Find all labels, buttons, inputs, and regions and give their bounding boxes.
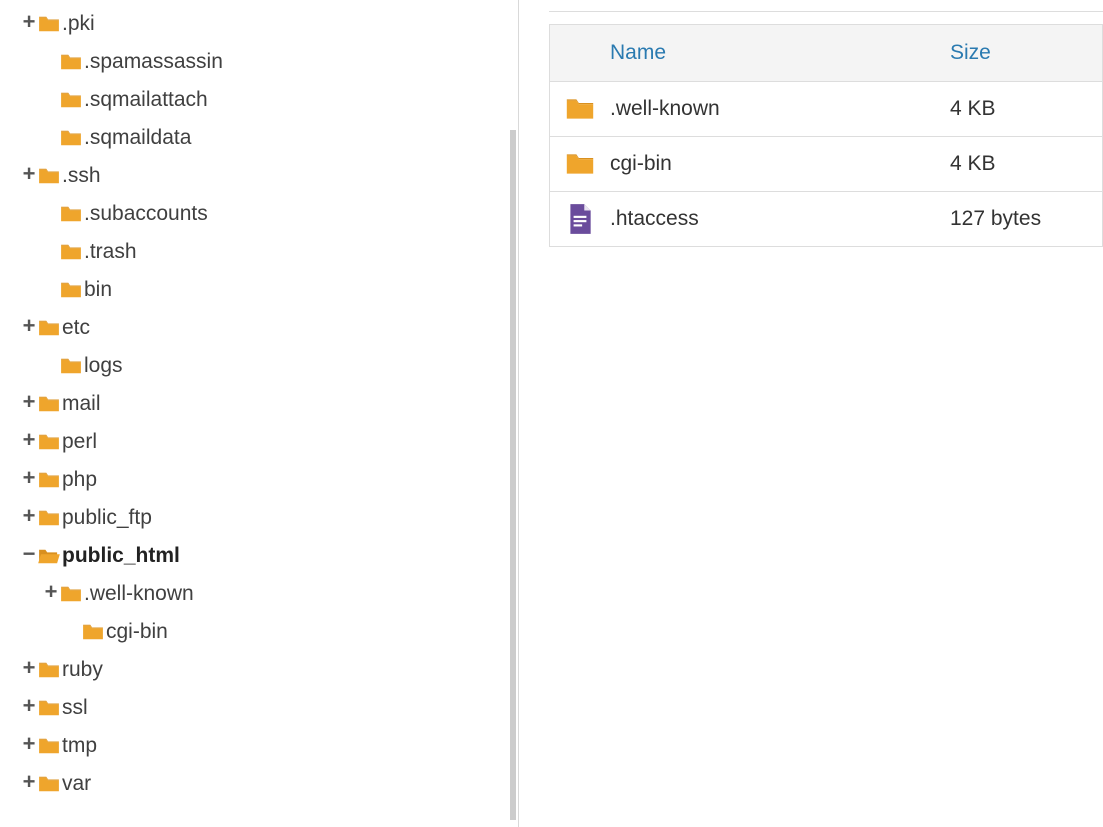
folder-tree: +.pki+.spamassassin+.sqmailattach+.sqmai… bbox=[0, 0, 508, 827]
folder-icon bbox=[60, 243, 82, 261]
tree-item[interactable]: +.sqmailattach bbox=[20, 81, 508, 119]
tree-item[interactable]: −public_html bbox=[20, 537, 508, 575]
expand-icon[interactable]: + bbox=[20, 467, 38, 489]
table-row[interactable]: .well-known4 KB bbox=[549, 82, 1103, 137]
folder-icon bbox=[60, 53, 82, 71]
expand-icon[interactable]: + bbox=[20, 657, 38, 679]
folder-icon bbox=[38, 471, 60, 489]
toolbar-bottom-edge bbox=[549, 0, 1103, 12]
collapse-icon[interactable]: − bbox=[20, 543, 38, 565]
tree-item-label: .ssh bbox=[60, 164, 101, 188]
folder-icon bbox=[38, 699, 60, 717]
tree-item-label: bin bbox=[82, 278, 112, 302]
tree-item-label: php bbox=[60, 468, 97, 492]
folder-icon bbox=[82, 623, 104, 641]
splitter[interactable] bbox=[508, 0, 518, 827]
folder-icon bbox=[60, 129, 82, 147]
table-row[interactable]: cgi-bin4 KB bbox=[549, 137, 1103, 192]
expand-icon[interactable]: + bbox=[20, 11, 38, 33]
tree-item-label: etc bbox=[60, 316, 90, 340]
tree-item[interactable]: +cgi-bin bbox=[20, 613, 508, 651]
expand-icon[interactable]: + bbox=[20, 733, 38, 755]
folder-icon bbox=[565, 97, 595, 121]
folder-icon bbox=[38, 737, 60, 755]
tree-item-label: .trash bbox=[82, 240, 137, 264]
tree-item-label: public_html bbox=[60, 544, 180, 568]
folder-icon bbox=[565, 152, 595, 176]
tree-item-label: tmp bbox=[60, 734, 97, 758]
tree-item[interactable]: + .ssh bbox=[20, 157, 508, 195]
splitter-handle[interactable] bbox=[510, 130, 516, 820]
folder-icon bbox=[38, 15, 60, 33]
table-body: .well-known4 KBcgi-bin4 KB.htaccess127 b… bbox=[549, 82, 1103, 247]
tree-item-label: ssl bbox=[60, 696, 88, 720]
expand-icon[interactable]: + bbox=[20, 695, 38, 717]
expand-icon[interactable]: + bbox=[20, 315, 38, 337]
tree-item-label: ruby bbox=[60, 658, 103, 682]
tree-item[interactable]: + tmp bbox=[20, 727, 508, 765]
tree-item[interactable]: + .pki bbox=[20, 5, 508, 43]
tree-item[interactable]: +.trash bbox=[20, 233, 508, 271]
tree-item[interactable]: + ssl bbox=[20, 689, 508, 727]
tree-item[interactable]: + php bbox=[20, 461, 508, 499]
file-size: 4 KB bbox=[950, 152, 996, 176]
expand-icon[interactable]: + bbox=[20, 429, 38, 451]
document-icon bbox=[567, 203, 593, 235]
file-size: 4 KB bbox=[950, 97, 996, 121]
folder-icon bbox=[60, 585, 82, 603]
expand-icon[interactable]: + bbox=[20, 505, 38, 527]
tree-item[interactable]: + etc bbox=[20, 309, 508, 347]
folder-open-icon bbox=[38, 547, 60, 565]
folder-icon bbox=[38, 395, 60, 413]
tree-item-label: .subaccounts bbox=[82, 202, 208, 226]
expand-icon[interactable]: + bbox=[42, 581, 60, 603]
table-row[interactable]: .htaccess127 bytes bbox=[549, 192, 1103, 247]
folder-icon bbox=[38, 167, 60, 185]
tree-item[interactable]: +.spamassassin bbox=[20, 43, 508, 81]
tree-item-label: cgi-bin bbox=[104, 620, 168, 644]
tree-item[interactable]: +logs bbox=[20, 347, 508, 385]
tree-item-label: perl bbox=[60, 430, 97, 454]
tree-item-label: mail bbox=[60, 392, 101, 416]
file-name: cgi-bin bbox=[610, 152, 950, 176]
app-root: +.pki+.spamassassin+.sqmailattach+.sqmai… bbox=[0, 0, 1103, 827]
folder-icon bbox=[60, 91, 82, 109]
tree-item-label: .well-known bbox=[82, 582, 194, 606]
file-name: .well-known bbox=[610, 97, 950, 121]
tree-item[interactable]: +bin bbox=[20, 271, 508, 309]
tree-item[interactable]: + perl bbox=[20, 423, 508, 461]
tree-item-label: public_ftp bbox=[60, 506, 152, 530]
expand-icon[interactable]: + bbox=[20, 771, 38, 793]
tree-item[interactable]: + mail bbox=[20, 385, 508, 423]
tree-item-label: logs bbox=[82, 354, 123, 378]
tree-item-label: .pki bbox=[60, 12, 95, 36]
folder-icon bbox=[38, 775, 60, 793]
tree-item-label: .spamassassin bbox=[82, 50, 223, 74]
folder-icon bbox=[38, 509, 60, 527]
tree-item[interactable]: + ruby bbox=[20, 651, 508, 689]
tree-item[interactable]: +.sqmaildata bbox=[20, 119, 508, 157]
tree-item[interactable]: + .well-known bbox=[20, 575, 508, 613]
table-header: Name Size bbox=[549, 24, 1103, 82]
folder-icon bbox=[38, 661, 60, 679]
tree-item-label: var bbox=[60, 772, 91, 796]
file-list-panel: Name Size .well-known4 KBcgi-bin4 KB.hta… bbox=[518, 0, 1103, 827]
folder-icon bbox=[60, 205, 82, 223]
tree-item-label: .sqmailattach bbox=[82, 88, 208, 112]
tree-item[interactable]: +.subaccounts bbox=[20, 195, 508, 233]
file-name: .htaccess bbox=[610, 207, 950, 231]
expand-icon[interactable]: + bbox=[20, 163, 38, 185]
folder-icon bbox=[38, 319, 60, 337]
file-size: 127 bytes bbox=[950, 207, 1041, 231]
folder-icon bbox=[38, 433, 60, 451]
column-header-size[interactable]: Size bbox=[950, 41, 991, 65]
expand-icon[interactable]: + bbox=[20, 391, 38, 413]
folder-icon bbox=[60, 281, 82, 299]
column-header-name[interactable]: Name bbox=[550, 41, 950, 65]
tree-item-label: .sqmaildata bbox=[82, 126, 191, 150]
tree-item[interactable]: + public_ftp bbox=[20, 499, 508, 537]
tree-item[interactable]: + var bbox=[20, 765, 508, 803]
folder-icon bbox=[60, 357, 82, 375]
